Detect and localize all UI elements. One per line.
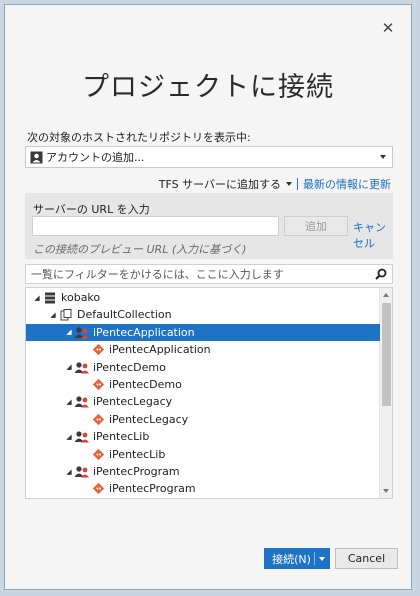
expand-arrow-icon[interactable]: ◢ <box>48 311 58 319</box>
close-icon[interactable]: ✕ <box>382 19 395 37</box>
git-repo-icon <box>90 482 106 496</box>
chevron-down-icon[interactable] <box>315 556 329 561</box>
links-row: TFS サーバーに追加する 最新の情報に更新 <box>159 176 391 192</box>
dialog-title: プロジェクトに接続 <box>82 72 334 103</box>
git-repo-icon <box>90 412 106 426</box>
tree-item-label: iPentecDemo <box>93 360 166 374</box>
tfs-add-menu[interactable]: TFS サーバーに追加する <box>159 176 292 192</box>
tree-item-label: iPentecProgram <box>93 465 180 478</box>
server-url-input[interactable] <box>32 216 279 236</box>
account-icon <box>30 151 43 164</box>
git-repo-icon <box>90 378 106 392</box>
tree-item-label: kobako <box>61 291 101 304</box>
expand-arrow-icon[interactable]: ◢ <box>64 363 74 371</box>
scroll-down-icon[interactable] <box>383 489 389 493</box>
tree-item-label: iPentecLib <box>93 430 150 444</box>
refresh-link[interactable]: 最新の情報に更新 <box>303 176 391 192</box>
expand-arrow-icon[interactable]: ◢ <box>64 398 74 406</box>
tfs-add-label[interactable]: TFS サーバーに追加する <box>159 176 281 192</box>
tree-item[interactable]: ◢ iPentecApplication <box>26 323 380 341</box>
cancel-button[interactable]: Cancel <box>335 548 398 569</box>
team-project-icon <box>74 395 90 409</box>
expand-arrow-icon[interactable]: ◢ <box>64 433 74 441</box>
tree-item[interactable]: ◢ iPentecLegacy <box>26 393 380 410</box>
server-icon <box>42 291 58 305</box>
server-url-panel: サーバーの URL を入力 追加 キャンセル この接続のプレビュー URL (入… <box>25 193 393 259</box>
chevron-down-icon[interactable] <box>380 155 386 159</box>
tree-item[interactable]: iPentecLegacy <box>26 411 380 428</box>
close-button[interactable]: ✕ <box>379 19 397 37</box>
scrollbar-thumb[interactable] <box>382 303 391 406</box>
search-icon[interactable] <box>375 268 387 280</box>
git-repo-icon <box>90 343 106 357</box>
tree-item[interactable]: iPentecProgram <box>26 480 380 497</box>
connect-button-label[interactable]: 接続(N) <box>265 551 314 567</box>
team-project-icon <box>74 430 90 444</box>
chevron-down-icon[interactable] <box>286 182 292 186</box>
connect-to-project-dialog: ✕ プロジェクトに接続 次の対象のホストされたリポジトリを表示中: アカウントの… <box>4 4 412 590</box>
tree-item-label: iPentecDemo <box>109 378 182 391</box>
expand-arrow-icon[interactable]: ◢ <box>64 468 74 476</box>
filter-placeholder: 一覧にフィルターをかけるには、ここに入力します <box>31 268 284 281</box>
add-button[interactable]: 追加 <box>284 216 348 236</box>
tree-item[interactable]: ◢ kobako <box>26 289 380 306</box>
tree-item[interactable]: ◢ iPentecDemo <box>26 359 380 376</box>
tree-item[interactable]: iPentecDemo <box>26 376 380 393</box>
host-select[interactable]: アカウントの追加... <box>25 146 393 168</box>
team-project-icon <box>74 325 90 339</box>
host-select-value: アカウントの追加... <box>46 151 145 164</box>
tree-item-label: iPentecLib <box>109 447 166 461</box>
url-preview-text: この接続のプレビュー URL (入力に基づく) <box>33 243 247 256</box>
scroll-up-icon[interactable] <box>383 293 389 297</box>
cancel-link[interactable]: キャンセル <box>353 219 393 251</box>
connect-button[interactable]: 接続(N) <box>264 548 330 569</box>
tree-item[interactable]: iPentecApplication <box>26 341 380 358</box>
git-repo-icon <box>90 447 106 461</box>
link-separator <box>297 178 298 190</box>
tree-scrollbar[interactable] <box>379 288 392 498</box>
tree-item[interactable]: ◢ DefaultCollection <box>26 306 380 323</box>
tree-item-label: DefaultCollection <box>77 308 172 322</box>
expand-arrow-icon[interactable]: ◢ <box>64 328 74 336</box>
host-label: 次の対象のホストされたリポジトリを表示中: <box>27 131 251 144</box>
tree-item[interactable]: ◢ iPentecLib <box>26 428 380 445</box>
repository-tree[interactable]: ◢ kobako ◢ DefaultCollection ◢ iPentecApplica… <box>25 287 393 499</box>
expand-arrow-icon[interactable]: ◢ <box>32 294 42 302</box>
tree-item-label: iPentecApplication <box>93 325 195 339</box>
tree-item-label: iPentecProgram <box>109 482 196 496</box>
tree-item[interactable]: ◢ iPentecProgram <box>26 463 380 480</box>
team-project-icon <box>74 360 90 374</box>
tree-item-label: iPentecLegacy <box>109 412 189 426</box>
tree-item-label: iPentecLegacy <box>93 395 173 409</box>
tree-item[interactable]: iPentecLib <box>26 446 380 463</box>
tree-item-label: iPentecApplication <box>109 343 211 357</box>
team-project-icon <box>74 465 90 479</box>
filter-input[interactable]: 一覧にフィルターをかけるには、ここに入力します <box>25 264 393 284</box>
collection-icon <box>58 308 74 322</box>
server-url-label: サーバーの URL を入力 <box>33 203 150 216</box>
